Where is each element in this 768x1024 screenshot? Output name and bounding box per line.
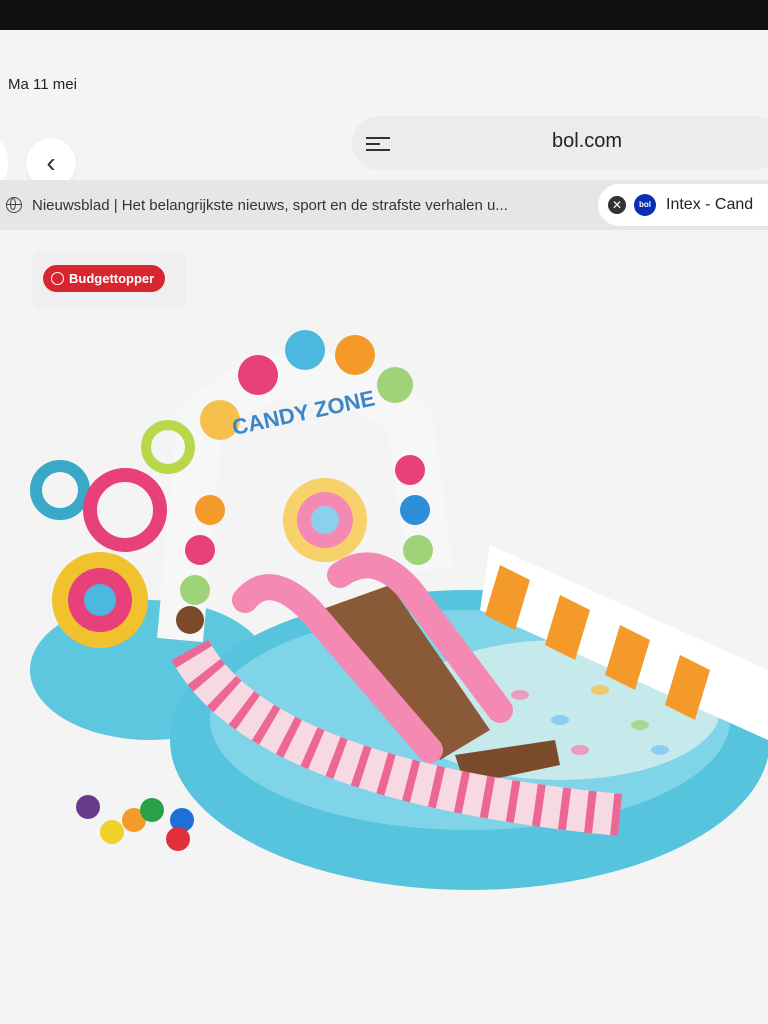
close-tab-icon[interactable]: ✕: [608, 196, 626, 214]
bol-favicon-icon: bol: [634, 194, 656, 216]
tab-intex[interactable]: ✕ bol Intex - Cand: [598, 184, 768, 226]
address-bar[interactable]: bol.com: [352, 116, 768, 170]
url-text: bol.com: [552, 130, 623, 152]
globe-icon: [6, 197, 22, 213]
ring-candy-pink: [83, 468, 167, 552]
badge-icon: [51, 272, 64, 285]
chevron-left-icon: ‹: [46, 147, 56, 178]
reader-mode-icon[interactable]: [366, 133, 390, 155]
browser-screen: Ma 11 mei ‹ bol.com Nieuwsblad | Het bel…: [0, 30, 768, 1024]
ring-candy-blue: [30, 460, 90, 520]
tab-nieuwsblad[interactable]: Nieuwsblad | Het belangrijkste nieuws, s…: [0, 186, 592, 224]
tab-label: Intex - Cand: [666, 196, 754, 213]
tab-strip: Nieuwsblad | Het belangrijkste nieuws, s…: [0, 180, 768, 230]
badge-container: Budgettopper: [32, 252, 186, 308]
tab-label: Nieuwsblad | Het belangrijkste nieuws, s…: [32, 196, 508, 214]
loose-balls: [76, 795, 194, 851]
budgettopper-badge: Budgettopper: [43, 265, 166, 292]
product-image[interactable]: CANDY ZONE: [0, 310, 768, 910]
status-bar-date: Ma 11 mei: [8, 76, 77, 93]
badge-label: Budgettopper: [69, 271, 155, 286]
